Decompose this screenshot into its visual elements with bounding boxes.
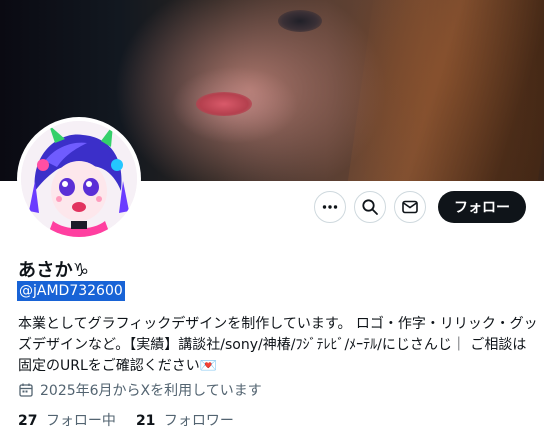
join-date-text: 2025年6月からXを利用しています [40,383,262,399]
more-icon [322,205,338,209]
banner-lips [196,92,252,116]
following-count: 27 [18,413,38,429]
followers-label: フォロワー [163,413,234,429]
message-icon [402,200,418,214]
user-handle: @jAMD732600 [17,281,125,301]
avatar-illustration [21,121,137,237]
display-name: あさか♑ [18,260,90,281]
bio-line[interactable]: ズデザインなど。【実績】講談社/sony/神椿/ﾌｼﾞﾃﾚﾋﾞ/ﾒｰﾃﾙ/にじさ… [18,335,526,356]
followers-count: 21 [135,413,156,429]
banner-hair [343,0,544,181]
follow-button[interactable]: フォロー [438,191,526,223]
message-button[interactable] [394,191,426,223]
follow-stats: 27 フォロー中 21 フォロワー [18,410,234,430]
bio-line: 固定のURLをご確認ください💌 [18,358,218,374]
search-button[interactable] [354,191,386,223]
join-date: 2025年6月からXを利用しています [18,380,262,400]
profile-bio: 本業としてグラフィックデザインを制作しています。 ロゴ・作字・リリック・グッ ズ… [18,314,538,377]
bio-line: 本業としてグラフィックデザインを制作しています。 ロゴ・作字・リリック・グッ [18,316,538,332]
search-icon [362,199,378,215]
avatar[interactable] [17,117,141,241]
more-button[interactable] [314,191,346,223]
followers-stat[interactable]: 21 フォロワー [136,410,234,430]
banner-eye [278,10,322,32]
following-label: フォロー中 [45,413,116,429]
profile-actions: フォロー [314,191,526,223]
following-stat[interactable]: 27 フォロー中 [18,410,116,430]
calendar-icon [19,383,33,397]
